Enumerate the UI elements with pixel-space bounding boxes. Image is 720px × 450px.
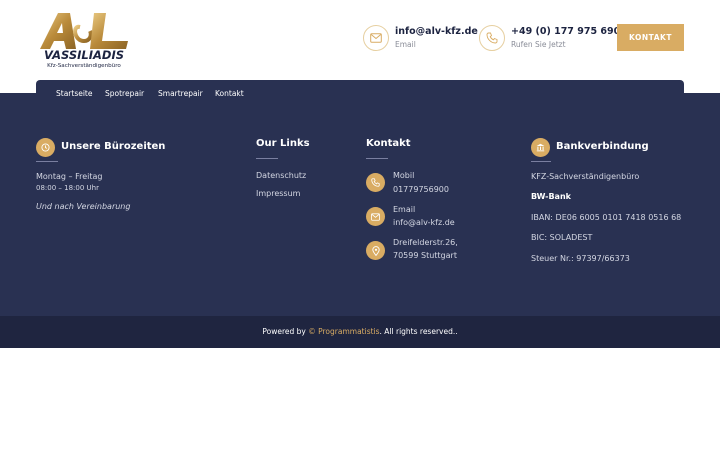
phone-icon bbox=[366, 173, 385, 192]
main-nav: Startseite Spotrepair Smartrepair Kontak… bbox=[36, 80, 684, 108]
hours-title: Unsere Bürozeiten bbox=[61, 141, 166, 152]
header-email[interactable]: info@alv-kfz.de Email bbox=[363, 25, 478, 53]
footer-link-impressum[interactable]: Impressum bbox=[256, 189, 300, 198]
contact-email-label: Email bbox=[393, 205, 416, 214]
copyright-suffix: . All rights reserved.. bbox=[379, 327, 458, 336]
contact-mobile-value[interactable]: 01779756900 bbox=[393, 185, 449, 194]
nav-item-spotrepair[interactable]: Spotrepair bbox=[105, 89, 144, 98]
nav-item-kontakt[interactable]: Kontakt bbox=[215, 89, 244, 98]
logo-tagline: Kfz-Sachverständigenbüro bbox=[47, 63, 121, 69]
site-header: VASSILIADIS Kfz-Sachverständigenbüro inf… bbox=[0, 0, 720, 80]
bank-icon bbox=[531, 138, 550, 157]
kontakt-button[interactable]: KONTAKT bbox=[617, 24, 684, 51]
header-email-label: Email bbox=[395, 40, 416, 49]
site-footer: Unsere Bürozeiten Montag – Freitag 08:00… bbox=[0, 93, 720, 316]
bank-title: Bankverbindung bbox=[556, 141, 649, 152]
hours-title-underline bbox=[36, 161, 58, 162]
company-logo[interactable]: VASSILIADIS Kfz-Sachverständigenbüro bbox=[36, 11, 132, 69]
header-email-value[interactable]: info@alv-kfz.de bbox=[395, 26, 478, 37]
copyright-bar: Powered by © Programmatistis. All rights… bbox=[0, 316, 720, 348]
contact-title-underline bbox=[366, 158, 388, 159]
mail-icon bbox=[363, 25, 389, 51]
bank-title-underline bbox=[531, 161, 551, 162]
contact-address-street: Dreifelderstr.26, bbox=[393, 238, 458, 247]
copyright-prefix: Powered by bbox=[262, 327, 309, 336]
bank-iban: IBAN: DE06 6005 0101 7418 0516 68 bbox=[531, 213, 682, 222]
nav-item-startseite[interactable]: Startseite bbox=[56, 89, 92, 98]
header-phone[interactable]: +49 (0) 177 975 6900 Rufen Sie Jetzt bbox=[479, 25, 627, 53]
map-pin-icon bbox=[366, 241, 385, 260]
hours-time: 08:00 – 18:00 Uhr bbox=[36, 184, 99, 192]
contact-mobile-label: Mobil bbox=[393, 171, 415, 180]
links-title: Our Links bbox=[256, 138, 310, 149]
copyright-text: Powered by © Programmatistis. All rights… bbox=[0, 327, 720, 336]
mail-icon bbox=[366, 207, 385, 226]
header-phone-label: Rufen Sie Jetzt bbox=[511, 40, 566, 49]
bank-tax-number: Steuer Nr.: 97397/66373 bbox=[531, 254, 630, 263]
contact-email-value[interactable]: info@alv-kfz.de bbox=[393, 218, 455, 227]
logo-wordmark: VASSILIADIS bbox=[44, 48, 124, 62]
contact-title: Kontakt bbox=[366, 138, 411, 149]
hours-note: Und nach Vereinbarung bbox=[36, 202, 131, 211]
copyright-brand-link[interactable]: © Programmatistis bbox=[308, 327, 379, 336]
bank-bic: BIC: SOLADEST bbox=[531, 233, 593, 242]
header-phone-value[interactable]: +49 (0) 177 975 6900 bbox=[511, 26, 627, 37]
bank-name: BW-Bank bbox=[531, 192, 571, 201]
nav-item-smartrepair[interactable]: Smartrepair bbox=[158, 89, 203, 98]
phone-icon bbox=[479, 25, 505, 51]
contact-address-city: 70599 Stuttgart bbox=[393, 251, 457, 260]
clock-icon bbox=[36, 138, 55, 157]
footer-link-datenschutz[interactable]: Datenschutz bbox=[256, 171, 306, 180]
bank-company: KFZ-Sachverständigenbüro bbox=[531, 172, 640, 181]
hours-days: Montag – Freitag bbox=[36, 172, 103, 181]
links-title-underline bbox=[256, 158, 278, 159]
